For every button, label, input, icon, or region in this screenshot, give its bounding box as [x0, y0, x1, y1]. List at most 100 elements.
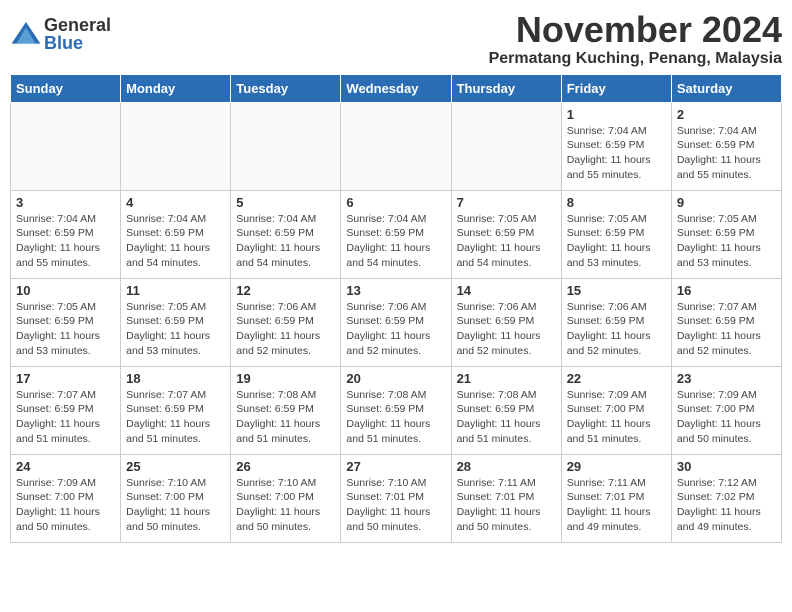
day-number: 2	[677, 107, 776, 122]
calendar-cell: 30Sunrise: 7:12 AMSunset: 7:02 PMDayligh…	[671, 454, 781, 542]
day-info: Sunrise: 7:04 AMSunset: 6:59 PMDaylight:…	[346, 212, 445, 271]
day-info: Sunrise: 7:04 AMSunset: 6:59 PMDaylight:…	[16, 212, 115, 271]
weekday-header-tuesday: Tuesday	[231, 74, 341, 102]
weekday-header-monday: Monday	[121, 74, 231, 102]
calendar-cell: 8 Sunrise: 7:05 AMSunset: 6:59 PMDaylight…	[561, 190, 671, 278]
week-row-3: 10 Sunrise: 7:05 AMSunset: 6:59 PMDayligh…	[11, 278, 782, 366]
day-number: 20	[346, 371, 445, 386]
calendar-cell: 2 Sunrise: 7:04 AMSunset: 6:59 PMDaylight…	[671, 102, 781, 190]
day-number: 19	[236, 371, 335, 386]
day-info: Sunrise: 7:04 AMSunset: 6:59 PMDaylight:…	[567, 124, 666, 183]
weekday-header-wednesday: Wednesday	[341, 74, 451, 102]
day-number: 1	[567, 107, 666, 122]
day-info: Sunrise: 7:05 AMSunset: 6:59 PMDaylight:…	[457, 212, 556, 271]
day-number: 7	[457, 195, 556, 210]
day-number: 5	[236, 195, 335, 210]
calendar-cell: 9Sunrise: 7:05 AMSunset: 6:59 PMDaylight…	[671, 190, 781, 278]
logo-icon	[10, 18, 42, 50]
day-number: 4	[126, 195, 225, 210]
weekday-header-friday: Friday	[561, 74, 671, 102]
day-info: Sunrise: 7:06 AMSunset: 6:59 PMDaylight:…	[567, 300, 666, 359]
calendar-cell: 5 Sunrise: 7:04 AMSunset: 6:59 PMDaylight…	[231, 190, 341, 278]
day-number: 26	[236, 459, 335, 474]
calendar-table: SundayMondayTuesdayWednesdayThursdayFrid…	[10, 74, 782, 543]
day-number: 11	[126, 283, 225, 298]
calendar-cell: 27 Sunrise: 7:10 AMSunset: 7:01 PMDayligh…	[341, 454, 451, 542]
calendar-cell: 20 Sunrise: 7:08 AMSunset: 6:59 PMDayligh…	[341, 366, 451, 454]
day-info: Sunrise: 7:11 AMSunset: 7:01 PMDaylight:…	[567, 476, 666, 535]
day-info: Sunrise: 7:09 AMSunset: 7:00 PMDaylight:…	[677, 388, 776, 447]
calendar-cell: 25 Sunrise: 7:10 AMSunset: 7:00 PMDayligh…	[121, 454, 231, 542]
day-number: 25	[126, 459, 225, 474]
calendar-cell: 23 Sunrise: 7:09 AMSunset: 7:00 PMDayligh…	[671, 366, 781, 454]
day-number: 16	[677, 283, 776, 298]
logo: General Blue	[10, 16, 111, 52]
month-title: November 2024	[489, 10, 782, 50]
day-info: Sunrise: 7:09 AMSunset: 7:00 PMDaylight:…	[567, 388, 666, 447]
logo-blue-text: Blue	[44, 34, 111, 52]
day-number: 3	[16, 195, 115, 210]
day-number: 10	[16, 283, 115, 298]
calendar-cell: 17 Sunrise: 7:07 AMSunset: 6:59 PMDayligh…	[11, 366, 121, 454]
calendar-cell: 29 Sunrise: 7:11 AMSunset: 7:01 PMDayligh…	[561, 454, 671, 542]
day-info: Sunrise: 7:08 AMSunset: 6:59 PMDaylight:…	[346, 388, 445, 447]
day-number: 24	[16, 459, 115, 474]
day-info: Sunrise: 7:06 AMSunset: 6:59 PMDaylight:…	[346, 300, 445, 359]
calendar-cell	[11, 102, 121, 190]
calendar-cell: 10 Sunrise: 7:05 AMSunset: 6:59 PMDayligh…	[11, 278, 121, 366]
weekday-header-sunday: Sunday	[11, 74, 121, 102]
day-info: Sunrise: 7:07 AMSunset: 6:59 PMDaylight:…	[16, 388, 115, 447]
day-number: 8	[567, 195, 666, 210]
day-number: 9	[677, 195, 776, 210]
day-info: Sunrise: 7:10 AMSunset: 7:01 PMDaylight:…	[346, 476, 445, 535]
calendar-cell: 18 Sunrise: 7:07 AMSunset: 6:59 PMDayligh…	[121, 366, 231, 454]
calendar-cell	[341, 102, 451, 190]
calendar-cell: 19 Sunrise: 7:08 AMSunset: 6:59 PMDayligh…	[231, 366, 341, 454]
day-info: Sunrise: 7:04 AMSunset: 6:59 PMDaylight:…	[236, 212, 335, 271]
day-info: Sunrise: 7:05 AMSunset: 6:59 PMDaylight:…	[126, 300, 225, 359]
day-number: 23	[677, 371, 776, 386]
day-info: Sunrise: 7:04 AMSunset: 6:59 PMDaylight:…	[126, 212, 225, 271]
day-info: Sunrise: 7:08 AMSunset: 6:59 PMDaylight:…	[457, 388, 556, 447]
calendar-cell: 1 Sunrise: 7:04 AMSunset: 6:59 PMDaylight…	[561, 102, 671, 190]
week-row-5: 24 Sunrise: 7:09 AMSunset: 7:00 PMDayligh…	[11, 454, 782, 542]
week-row-2: 3 Sunrise: 7:04 AMSunset: 6:59 PMDaylight…	[11, 190, 782, 278]
weekday-header-row: SundayMondayTuesdayWednesdayThursdayFrid…	[11, 74, 782, 102]
day-number: 13	[346, 283, 445, 298]
day-number: 12	[236, 283, 335, 298]
page-header: General Blue November 2024 Permatang Kuc…	[10, 10, 782, 68]
calendar-cell: 24 Sunrise: 7:09 AMSunset: 7:00 PMDayligh…	[11, 454, 121, 542]
day-info: Sunrise: 7:06 AMSunset: 6:59 PMDaylight:…	[236, 300, 335, 359]
day-number: 6	[346, 195, 445, 210]
calendar-cell: 14 Sunrise: 7:06 AMSunset: 6:59 PMDayligh…	[451, 278, 561, 366]
day-info: Sunrise: 7:09 AMSunset: 7:00 PMDaylight:…	[16, 476, 115, 535]
day-info: Sunrise: 7:10 AMSunset: 7:00 PMDaylight:…	[126, 476, 225, 535]
day-number: 14	[457, 283, 556, 298]
calendar-cell: 3 Sunrise: 7:04 AMSunset: 6:59 PMDaylight…	[11, 190, 121, 278]
day-number: 27	[346, 459, 445, 474]
day-number: 21	[457, 371, 556, 386]
logo-general-text: General	[44, 16, 111, 34]
day-info: Sunrise: 7:08 AMSunset: 6:59 PMDaylight:…	[236, 388, 335, 447]
day-number: 22	[567, 371, 666, 386]
calendar-cell: 13 Sunrise: 7:06 AMSunset: 6:59 PMDayligh…	[341, 278, 451, 366]
calendar-cell	[451, 102, 561, 190]
day-number: 18	[126, 371, 225, 386]
calendar-cell: 12 Sunrise: 7:06 AMSunset: 6:59 PMDayligh…	[231, 278, 341, 366]
calendar-cell: 16Sunrise: 7:07 AMSunset: 6:59 PMDayligh…	[671, 278, 781, 366]
day-info: Sunrise: 7:06 AMSunset: 6:59 PMDaylight:…	[457, 300, 556, 359]
day-number: 29	[567, 459, 666, 474]
calendar-cell	[121, 102, 231, 190]
week-row-4: 17 Sunrise: 7:07 AMSunset: 6:59 PMDayligh…	[11, 366, 782, 454]
day-info: Sunrise: 7:05 AMSunset: 6:59 PMDaylight:…	[567, 212, 666, 271]
calendar-cell: 4 Sunrise: 7:04 AMSunset: 6:59 PMDaylight…	[121, 190, 231, 278]
day-number: 28	[457, 459, 556, 474]
calendar-cell: 15Sunrise: 7:06 AMSunset: 6:59 PMDayligh…	[561, 278, 671, 366]
day-info: Sunrise: 7:07 AMSunset: 6:59 PMDaylight:…	[126, 388, 225, 447]
day-info: Sunrise: 7:04 AMSunset: 6:59 PMDaylight:…	[677, 124, 776, 183]
calendar-cell: 22 Sunrise: 7:09 AMSunset: 7:00 PMDayligh…	[561, 366, 671, 454]
day-info: Sunrise: 7:10 AMSunset: 7:00 PMDaylight:…	[236, 476, 335, 535]
day-info: Sunrise: 7:11 AMSunset: 7:01 PMDaylight:…	[457, 476, 556, 535]
day-info: Sunrise: 7:05 AMSunset: 6:59 PMDaylight:…	[16, 300, 115, 359]
day-number: 17	[16, 371, 115, 386]
